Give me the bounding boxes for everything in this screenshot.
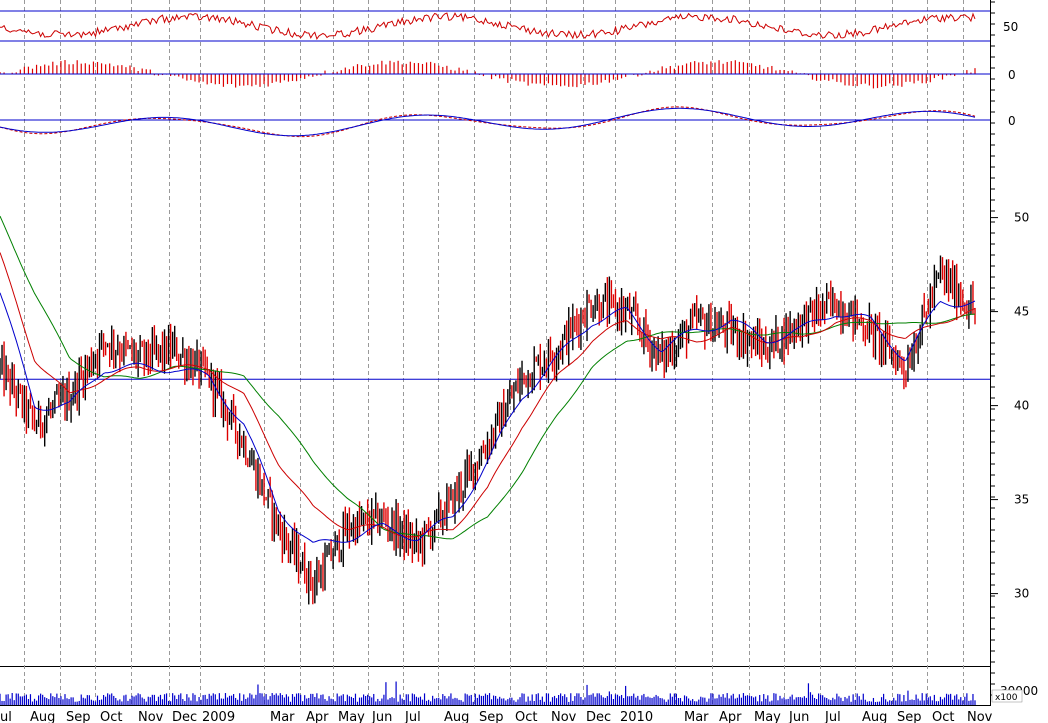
month-label: Nov — [551, 710, 577, 723]
month-label: Oct — [100, 710, 122, 723]
month-label: Apr — [306, 710, 329, 723]
month-label: ul — [0, 710, 12, 723]
stock-chart: 50 0 0 30 35 40 45 50 30000 x100 ul Aug Sep Oct… — [0, 0, 1038, 723]
volume-scale-label: x100 — [995, 693, 1018, 703]
month-label: Sep — [897, 710, 922, 723]
volume-panel: 30000 x100 — [0, 681, 1038, 705]
price-tick-label: 35 — [1014, 493, 1029, 507]
price-tick-label: 30 — [1014, 587, 1029, 601]
month-label: 2009 — [202, 710, 235, 723]
month-label: Oct — [932, 710, 954, 723]
month-label: 2010 — [620, 710, 653, 723]
month-label: Aug — [444, 710, 469, 723]
oscillator-2-line — [0, 107, 976, 137]
month-label: Jul — [404, 710, 421, 723]
histogram-panel: 0 — [0, 60, 1016, 89]
month-label: Aug — [30, 710, 55, 723]
price-tick-label: 40 — [1014, 399, 1029, 413]
price-candles — [0, 255, 976, 605]
histogram-tick-label: 0 — [1008, 68, 1016, 82]
x-axis-month-labels: ul Aug Sep Oct Nov Dec 2009 Mar Apr May Jun Jul Aug S… — [0, 710, 993, 723]
month-label: Jun — [371, 710, 392, 723]
month-label: Mar — [270, 710, 295, 723]
month-label: Jun — [788, 710, 809, 723]
moving-average-long — [0, 215, 976, 540]
volume-bars — [0, 681, 976, 705]
month-label: May — [754, 710, 781, 723]
month-label: Nov — [967, 710, 993, 723]
oscillator-2-tick-label: 0 — [1008, 114, 1016, 128]
moving-average-short — [0, 292, 976, 543]
month-label: Nov — [138, 710, 164, 723]
price-tick-label: 50 — [1014, 211, 1029, 225]
month-label: Dec — [586, 710, 611, 723]
oscillator-1-panel: 50 — [0, 10, 1018, 42]
month-label: Jul — [824, 710, 841, 723]
month-label: Aug — [862, 710, 887, 723]
month-label: Apr — [719, 710, 742, 723]
price-axis-ticks: 30 35 40 45 50 — [990, 211, 1029, 601]
price-tick-label: 45 — [1014, 305, 1029, 319]
oscillator-1-line — [0, 12, 976, 41]
month-label: Oct — [515, 710, 537, 723]
oscillator-1-tick-label: 50 — [1003, 20, 1018, 34]
month-label: Sep — [479, 710, 504, 723]
oscillator-2-panel: 0 — [0, 106, 1016, 138]
month-gridlines — [24, 0, 964, 705]
month-label: May — [338, 710, 365, 723]
price-panel: 30 35 40 45 50 — [0, 211, 1029, 605]
oscillator-2-signal-line — [0, 106, 976, 138]
month-label: Mar — [684, 710, 709, 723]
month-label: Sep — [66, 710, 91, 723]
month-label: Dec — [172, 710, 197, 723]
